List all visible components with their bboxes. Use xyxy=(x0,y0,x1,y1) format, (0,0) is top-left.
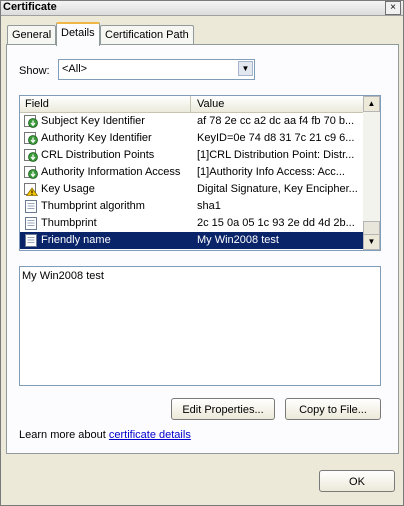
learn-more-text: Learn more about xyxy=(19,429,109,441)
vertical-scrollbar[interactable]: ▲ ▼ xyxy=(363,96,380,250)
document-icon xyxy=(24,234,38,247)
row-field-name: Key Usage xyxy=(41,183,95,195)
list-row[interactable]: Friendly name My Win2008 test xyxy=(20,232,363,249)
chevron-down-icon[interactable]: ▼ xyxy=(238,61,253,76)
cert-property-icon xyxy=(24,115,38,128)
row-field-value: sha1 xyxy=(197,200,221,212)
row-field-name: Authority Key Identifier xyxy=(41,132,152,144)
row-field-name: CRL Distribution Points xyxy=(41,149,155,161)
row-field-value: KeyID=0e 74 d8 31 7c 21 c9 6... xyxy=(197,132,355,144)
details-panel: Show: <All> ▼ Field Value Subject Key Id… xyxy=(6,44,399,454)
row-field-value: My Win2008 test xyxy=(197,234,279,246)
title-bar: Certificate × xyxy=(1,1,403,16)
row-field-name: Friendly name xyxy=(41,234,111,246)
row-field-value: [1]CRL Distribution Point: Distr... xyxy=(197,149,355,161)
document-icon xyxy=(24,200,38,213)
row-field-name: Authority Information Access xyxy=(41,166,181,178)
cert-property-icon xyxy=(24,149,38,162)
window-title: Certificate xyxy=(3,1,57,13)
list-row[interactable]: Subject Key Identifier af 78 2e cc a2 dc … xyxy=(20,113,363,130)
row-field-name: Subject Key Identifier xyxy=(41,115,145,127)
list-row[interactable]: Authority Information Access [1]Authority… xyxy=(20,164,363,181)
tab-details[interactable]: Details xyxy=(56,22,100,46)
tab-general[interactable]: General xyxy=(7,25,57,44)
row-field-value: [1]Authority Info Access: Acc... xyxy=(197,166,345,178)
list-rows: Subject Key Identifier af 78 2e cc a2 dc … xyxy=(20,113,363,249)
fields-list[interactable]: Field Value Subject Key Identifier af 78 … xyxy=(19,95,381,251)
scroll-thumb[interactable] xyxy=(363,221,380,235)
warning-icon xyxy=(24,183,39,196)
tab-general-label: General xyxy=(12,29,52,41)
certificate-details-link[interactable]: certificate details xyxy=(109,429,191,441)
close-icon: × xyxy=(390,2,396,13)
row-field-name: Thumbprint algorithm xyxy=(41,200,145,212)
list-header: Field Value xyxy=(20,96,363,113)
show-select-value: <All> xyxy=(62,63,88,75)
field-value-text: My Win2008 test xyxy=(22,270,104,282)
list-row[interactable]: CRL Distribution Points [1]CRL Distributi… xyxy=(20,147,363,164)
tab-details-label: Details xyxy=(61,27,95,39)
row-field-value: Digital Signature, Key Encipher... xyxy=(197,183,358,195)
certificate-dialog: Certificate × General Details Certificat… xyxy=(0,0,404,506)
scroll-down-button[interactable]: ▼ xyxy=(363,234,380,250)
list-row[interactable]: Thumbprint 2c 15 0a 05 1c 93 2e dd 4d 2b.… xyxy=(20,215,363,232)
close-button[interactable]: × xyxy=(385,1,401,15)
row-field-value: 2c 15 0a 05 1c 93 2e dd 4d 2b... xyxy=(197,217,355,229)
show-label: Show: xyxy=(19,65,50,77)
list-row[interactable]: Thumbprint algorithm sha1 xyxy=(20,198,363,215)
learn-more: Learn more about certificate details xyxy=(19,429,191,441)
edit-properties-button[interactable]: Edit Properties... xyxy=(171,398,275,420)
show-select[interactable]: <All> ▼ xyxy=(58,59,255,80)
row-field-value: af 78 2e cc a2 dc aa f4 fb 70 b... xyxy=(197,115,355,127)
ok-button[interactable]: OK xyxy=(319,470,395,492)
row-field-name: Thumbprint xyxy=(41,217,97,229)
tab-certification-path-label: Certification Path xyxy=(105,29,189,41)
column-header-field[interactable]: Field xyxy=(20,96,191,112)
list-row[interactable]: Authority Key Identifier KeyID=0e 74 d8 3… xyxy=(20,130,363,147)
scroll-up-button[interactable]: ▲ xyxy=(363,96,380,112)
cert-property-icon xyxy=(24,166,38,179)
field-value-box[interactable]: My Win2008 test xyxy=(19,266,381,386)
column-header-value[interactable]: Value xyxy=(192,96,363,112)
tab-certification-path[interactable]: Certification Path xyxy=(100,25,194,44)
copy-to-file-button[interactable]: Copy to File... xyxy=(285,398,381,420)
cert-property-icon xyxy=(24,132,38,145)
list-row[interactable]: Key Usage Digital Signature, Key Encipher… xyxy=(20,181,363,198)
document-icon xyxy=(24,217,38,230)
